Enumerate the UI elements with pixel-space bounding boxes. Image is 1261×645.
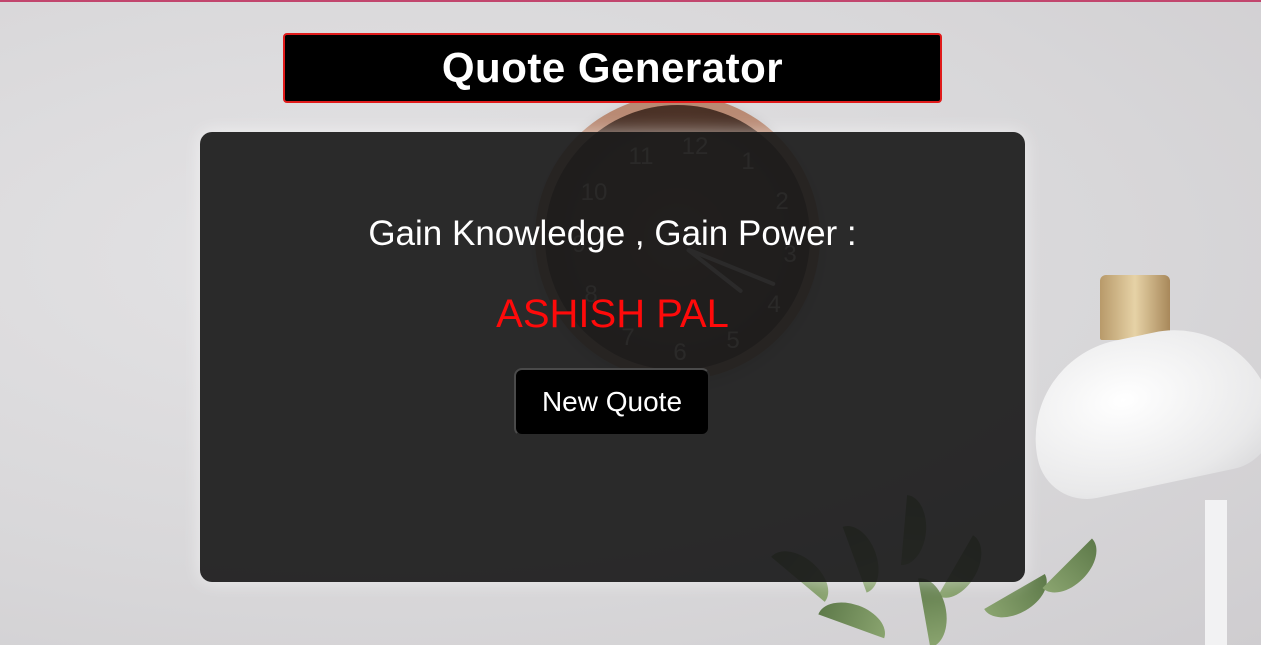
plant-leaf xyxy=(1042,538,1108,604)
lamp-shade-image xyxy=(1017,311,1261,509)
lamp-pole-image xyxy=(1205,500,1227,645)
quote-card xyxy=(200,132,1025,582)
plant-leaf xyxy=(984,573,1056,629)
top-accent-bar xyxy=(0,0,1261,2)
new-quote-button[interactable]: New Quote xyxy=(514,368,710,436)
plant-leaf xyxy=(818,593,892,639)
page-title: Quote Generator xyxy=(283,33,942,103)
quote-text: Gain Knowledge , Gain Power : xyxy=(368,214,857,253)
quote-author: ASHISH PAL xyxy=(496,292,729,336)
